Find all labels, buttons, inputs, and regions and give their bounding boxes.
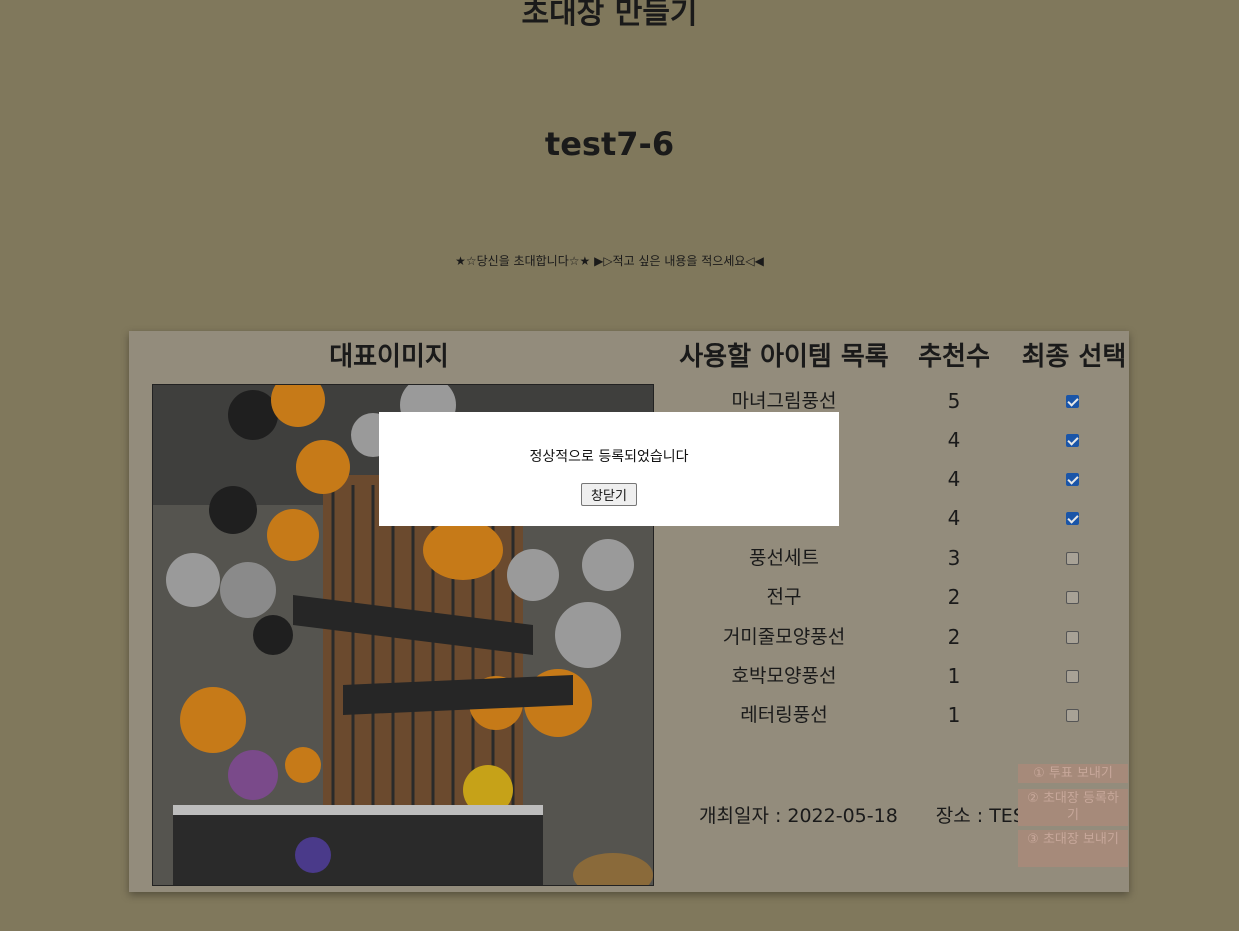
register-invitation-button[interactable]: ② 초대장 등록하기 [1018, 789, 1128, 826]
invite-message: ★☆당신을 초대합니다☆★ ▶▷적고 싶은 내용을 적으세요◁◀ [455, 254, 764, 268]
item-name: 전구 [766, 586, 802, 608]
item-final-checkbox[interactable] [1066, 473, 1079, 486]
event-date-label: 개최일자 : [699, 805, 782, 827]
item-final-checkbox[interactable] [1066, 434, 1079, 447]
item-votes: 1 [947, 703, 961, 727]
item-final-checkbox[interactable] [1066, 552, 1079, 565]
header-item-list: 사용할 아이템 목록 [679, 342, 889, 372]
item-final-checkbox[interactable] [1066, 631, 1079, 644]
item-name: 거미줄모양풍선 [722, 626, 846, 648]
item-votes: 4 [947, 506, 961, 530]
item-row: 레터링풍선 [679, 698, 1129, 737]
header-votes: 추천수 [918, 342, 990, 372]
item-votes: 4 [947, 467, 961, 491]
header-final-selection: 최종 선택 [1021, 342, 1127, 372]
item-votes: 2 [947, 585, 961, 609]
item-final-checkbox[interactable] [1066, 512, 1079, 525]
item-votes: 5 [947, 389, 961, 413]
item-name: 레터링풍선 [740, 704, 828, 726]
item-row: 전구 [679, 580, 1129, 619]
send-invitation-button[interactable]: ③ 초대장 보내기 [1018, 830, 1128, 867]
item-votes: 1 [947, 664, 961, 688]
event-date-value: 2022-05-18 [787, 805, 898, 827]
item-name: 풍선세트 [749, 547, 819, 569]
item-row: 호박모양풍선 [679, 659, 1129, 698]
item-votes: 3 [947, 546, 961, 570]
send-vote-button[interactable]: ① 투표 보내기 [1018, 764, 1128, 783]
header-representative-image: 대표이미지 [329, 342, 449, 372]
item-final-checkbox[interactable] [1066, 591, 1079, 604]
item-final-checkbox[interactable] [1066, 709, 1079, 722]
event-place-label: 장소 : [935, 805, 984, 827]
page-title: 초대장 만들기 [521, 0, 698, 31]
modal-message: 정상적으로 등록되었습니다 [529, 449, 689, 465]
item-row: 풍선세트 [679, 541, 1129, 580]
item-votes: 4 [947, 428, 961, 452]
page: 초대장 만들기 test7-6 ★☆당신을 초대합니다☆★ ▶▷적고 싶은 내용… [0, 0, 1239, 931]
item-name: 호박모양풍선 [731, 665, 837, 687]
item-final-checkbox[interactable] [1066, 395, 1079, 408]
event-title: test7-6 [544, 125, 675, 163]
success-modal: 정상적으로 등록되었습니다 창닫기 [379, 412, 839, 526]
close-modal-button[interactable]: 창닫기 [581, 483, 637, 506]
item-votes: 2 [947, 625, 961, 649]
item-final-checkbox[interactable] [1066, 670, 1079, 683]
item-row: 거미줄모양풍선 [679, 620, 1129, 659]
